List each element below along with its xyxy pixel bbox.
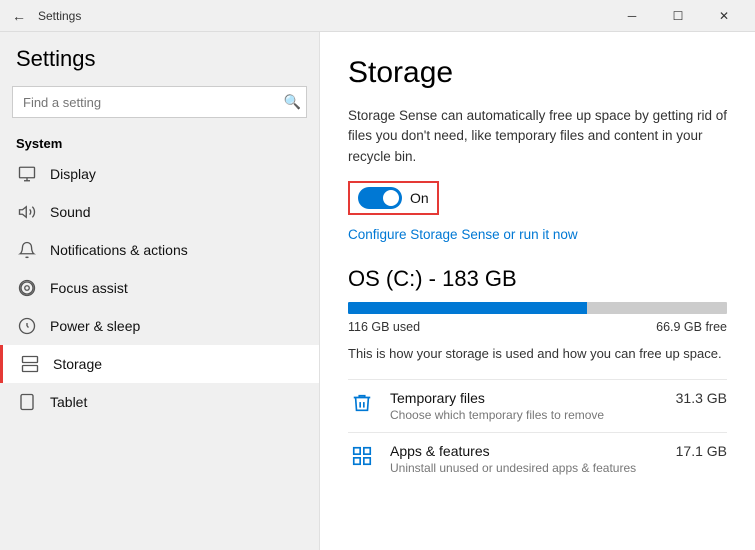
storage-sense-toggle[interactable] (358, 187, 402, 209)
storage-labels: 116 GB used 66.9 GB free (348, 320, 727, 334)
sidebar-item-label-display: Display (50, 166, 96, 182)
configure-link[interactable]: Configure Storage Sense or run it now (348, 227, 727, 242)
used-label: 116 GB used (348, 320, 420, 334)
search-input[interactable] (12, 86, 307, 118)
storage-item-sub: Uninstall unused or undesired apps & fea… (390, 461, 662, 475)
title-bar-title: Settings (38, 9, 609, 23)
focus-assist-icon (16, 279, 38, 297)
temporary-files-icon (348, 392, 376, 420)
sidebar-item-label-storage: Storage (53, 356, 102, 372)
sidebar-item-sound[interactable]: Sound (0, 193, 319, 231)
page-title: Storage (348, 56, 727, 90)
free-label: 66.9 GB free (656, 320, 727, 334)
storage-icon (19, 355, 41, 373)
sidebar-item-label-notifications: Notifications & actions (50, 242, 188, 258)
sidebar-item-focus-assist[interactable]: Focus assist (0, 269, 319, 307)
close-button[interactable]: ✕ (701, 0, 747, 32)
maximize-button[interactable]: ☐ (655, 0, 701, 32)
sidebar-item-display[interactable]: Display (0, 155, 319, 193)
toggle-label: On (410, 190, 429, 206)
sidebar-title: Settings (0, 32, 319, 80)
window-controls: ─ ☐ ✕ (609, 0, 747, 32)
sidebar: Settings 🔍 System Display Sound Notifica… (0, 32, 320, 550)
sound-icon (16, 203, 38, 221)
content-area: Storage Storage Sense can automatically … (320, 32, 755, 550)
storage-detail-desc: This is how your storage is used and how… (348, 344, 727, 364)
toggle-row: On (348, 181, 439, 215)
drive-title: OS (C:) - 183 GB (348, 266, 727, 292)
sidebar-item-label-tablet: Tablet (50, 394, 87, 410)
storage-sense-description: Storage Sense can automatically free up … (348, 106, 727, 167)
minimize-button[interactable]: ─ (609, 0, 655, 32)
storage-items-container: Temporary files Choose which temporary f… (348, 379, 727, 485)
storage-bar-used (348, 302, 587, 314)
sidebar-item-notifications[interactable]: Notifications & actions (0, 231, 319, 269)
tablet-icon (16, 393, 38, 411)
storage-item: Apps & features Uninstall unused or unde… (348, 432, 727, 485)
storage-bar (348, 302, 727, 314)
apps-&-features-icon (348, 445, 376, 473)
power-sleep-icon (16, 317, 38, 335)
notifications-icon (16, 241, 38, 259)
search-icon: 🔍 (284, 94, 301, 111)
sidebar-item-label-sound: Sound (50, 204, 90, 220)
display-icon (16, 165, 38, 183)
back-button[interactable]: ← (8, 4, 30, 28)
storage-item-sub: Choose which temporary files to remove (390, 408, 662, 422)
sidebar-item-label-power-sleep: Power & sleep (50, 318, 140, 334)
storage-item-size: 31.3 GB (676, 390, 727, 406)
storage-item-name: Temporary files (390, 390, 662, 406)
title-bar: ← Settings ─ ☐ ✕ (0, 0, 755, 32)
search-box: 🔍 (12, 86, 307, 118)
sidebar-item-tablet[interactable]: Tablet (0, 383, 319, 421)
sidebar-items-container: Display Sound Notifications & actions Fo… (0, 155, 319, 421)
storage-item-name: Apps & features (390, 443, 662, 459)
storage-item-info: Apps & features Uninstall unused or unde… (390, 443, 662, 475)
sidebar-item-label-focus-assist: Focus assist (50, 280, 128, 296)
storage-item-info: Temporary files Choose which temporary f… (390, 390, 662, 422)
storage-item-size: 17.1 GB (676, 443, 727, 459)
sidebar-item-storage[interactable]: Storage (0, 345, 319, 383)
main-layout: Settings 🔍 System Display Sound Notifica… (0, 32, 755, 550)
sidebar-section-label: System (0, 128, 319, 155)
sidebar-item-power-sleep[interactable]: Power & sleep (0, 307, 319, 345)
storage-item: Temporary files Choose which temporary f… (348, 379, 727, 432)
